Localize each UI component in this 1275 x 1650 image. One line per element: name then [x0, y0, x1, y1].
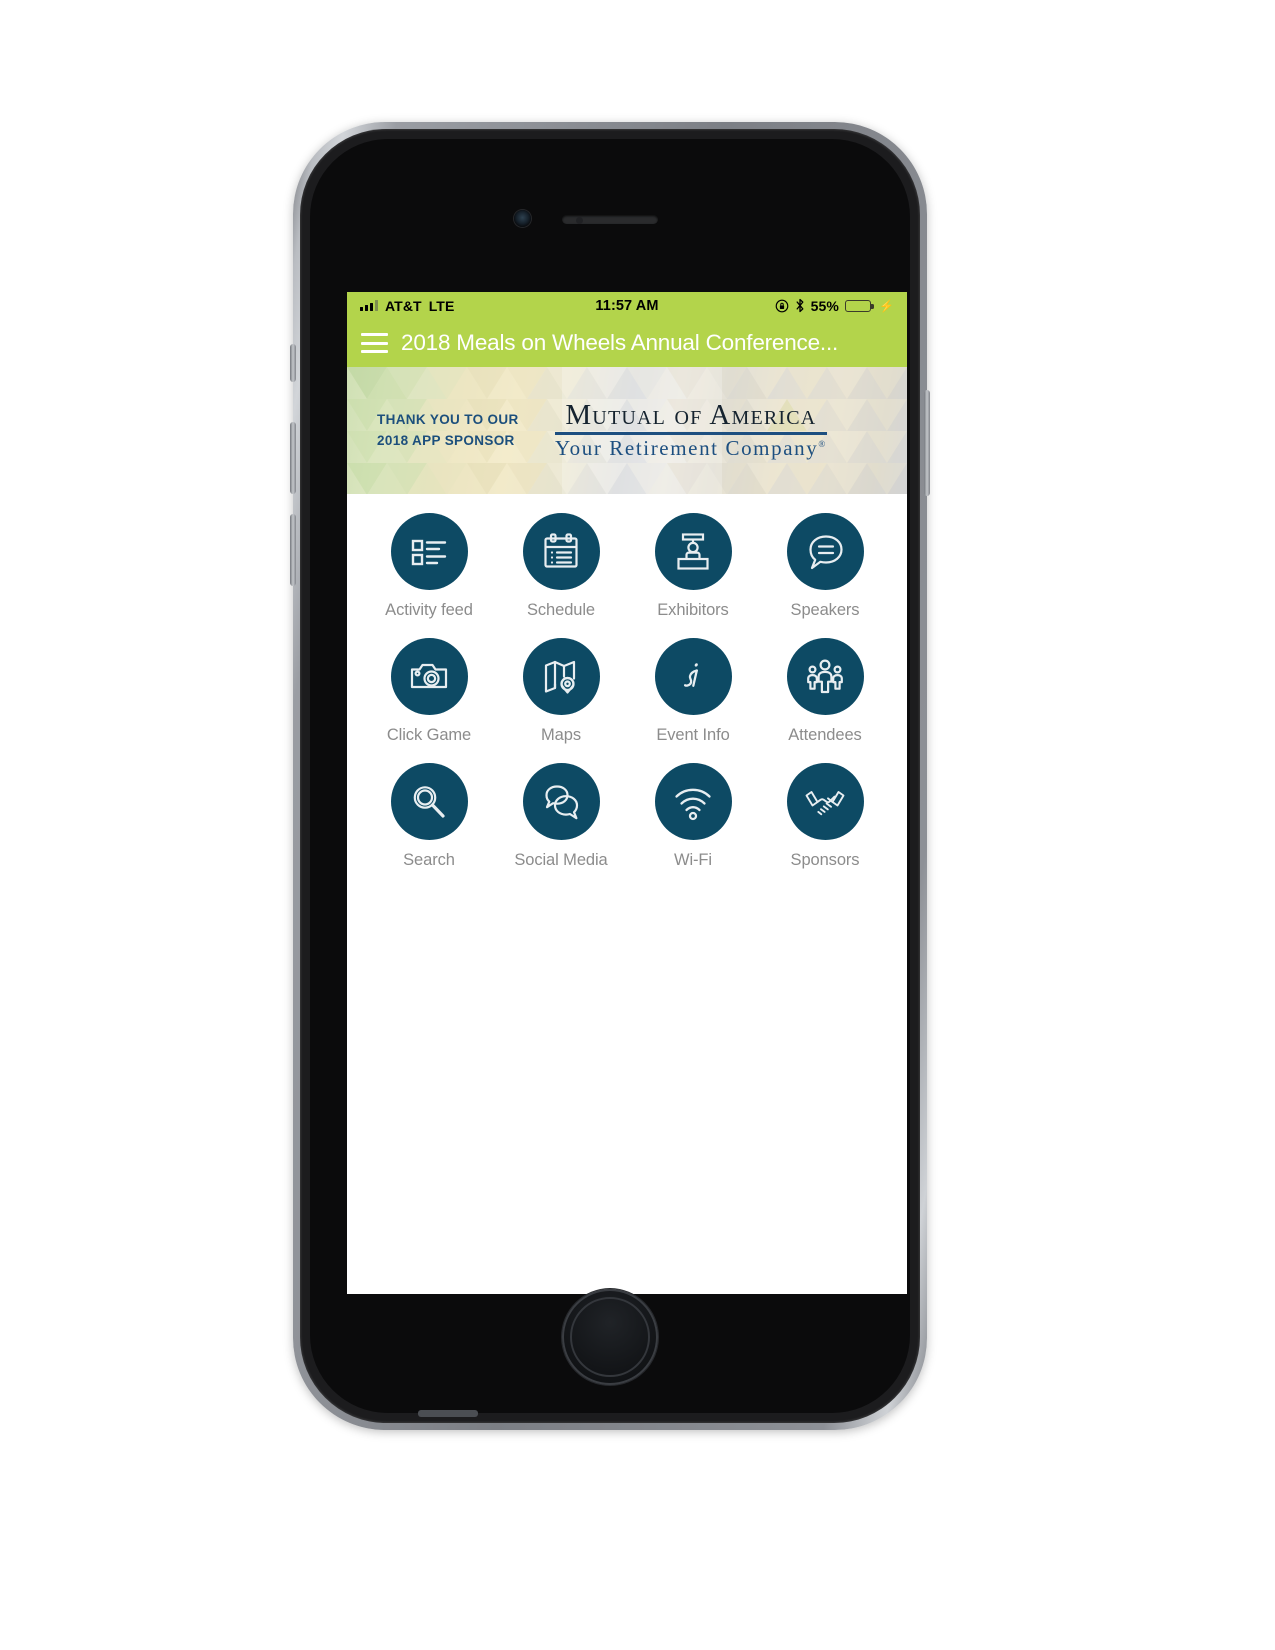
info-italic-icon[interactable]	[654, 638, 732, 715]
sponsor-thankyou-line1: THANK YOU TO OUR	[377, 411, 519, 427]
grid-item-event-info[interactable]: Event Info	[627, 638, 759, 745]
front-camera-icon	[514, 210, 531, 227]
grid-item-activity-feed[interactable]: Activity feed	[363, 513, 495, 620]
sponsor-thankyou-line2: 2018 APP SPONSOR	[377, 432, 515, 448]
battery-icon	[844, 299, 874, 312]
page-title: 2018 Meals on Wheels Annual Conference..…	[401, 330, 839, 355]
status-bar: AT&T LTE 11:57 AM 55% ⚡	[347, 292, 907, 319]
phone-device: AT&T LTE 11:57 AM 55% ⚡ 2018 Meals on Wh…	[290, 122, 930, 1430]
grid-label-sponsors: Sponsors	[790, 851, 860, 869]
grid-label-search: Search	[403, 851, 455, 869]
sponsor-logo: Mutual of America Your Retirement Compan…	[555, 400, 827, 461]
magnifier-icon[interactable]	[390, 763, 468, 840]
bottom-speaker-grille	[418, 1410, 478, 1417]
phone-bezel: AT&T LTE 11:57 AM 55% ⚡ 2018 Meals on Wh…	[310, 139, 910, 1417]
sponsor-banner[interactable]: THANK YOU TO OUR 2018 APP SPONSOR Mutual…	[347, 367, 907, 494]
calendar-icon[interactable]	[522, 513, 600, 590]
exhibitor-booth-icon[interactable]	[654, 513, 732, 590]
banner-content: THANK YOU TO OUR 2018 APP SPONSOR Mutual…	[347, 367, 907, 494]
grid-item-maps[interactable]: Maps	[495, 638, 627, 745]
home-icon-grid: Activity feed Schedule Exhibitors Speake…	[347, 494, 907, 870]
grid-item-search[interactable]: Search	[363, 763, 495, 870]
grid-item-social-media[interactable]: Social Media	[495, 763, 627, 870]
grid-label-wifi: Wi-Fi	[674, 851, 712, 869]
phone-inner-frame: AT&T LTE 11:57 AM 55% ⚡ 2018 Meals on Wh…	[300, 129, 920, 1423]
grid-label-attendees: Attendees	[788, 726, 862, 744]
grid-label-maps: Maps	[541, 726, 581, 744]
grid-label-event-info: Event Info	[656, 726, 730, 744]
sponsor-name-text: Mutual of America	[565, 399, 817, 432]
grid-item-attendees[interactable]: Attendees	[759, 638, 891, 745]
grid-item-schedule[interactable]: Schedule	[495, 513, 627, 620]
charging-bolt-icon: ⚡	[878, 298, 894, 313]
bluetooth-icon	[796, 298, 804, 313]
app-header: 2018 Meals on Wheels Annual Conference..…	[347, 319, 907, 367]
grid-label-activity-feed: Activity feed	[385, 601, 473, 619]
map-pin-icon[interactable]	[522, 638, 600, 715]
grid-item-click-game[interactable]: Click Game	[363, 638, 495, 745]
silent-switch[interactable]	[290, 344, 296, 382]
rotation-lock-icon	[775, 299, 788, 312]
sponsor-thankyou-text: THANK YOU TO OUR 2018 APP SPONSOR	[377, 410, 537, 452]
volume-down-button[interactable]	[290, 514, 296, 586]
sponsor-tagline-text: Your Retirement Company®	[555, 436, 827, 461]
grid-label-social-media: Social Media	[514, 851, 608, 869]
volume-up-button[interactable]	[290, 422, 296, 494]
handshake-icon[interactable]	[786, 763, 864, 840]
grid-label-schedule: Schedule	[526, 601, 595, 619]
grid-item-sponsors[interactable]: Sponsors	[759, 763, 891, 870]
status-bar-right: 55% ⚡	[775, 298, 894, 314]
grid-item-speakers[interactable]: Speakers	[759, 513, 891, 620]
grid-label-click-game: Click Game	[386, 726, 472, 744]
registered-trademark-icon: ®	[818, 438, 827, 449]
activity-feed-icon[interactable]	[390, 513, 468, 590]
grid-item-wifi[interactable]: Wi-Fi	[627, 763, 759, 870]
sponsor-divider-rule	[555, 432, 827, 435]
hamburger-menu-icon[interactable]	[361, 333, 388, 353]
home-button[interactable]	[562, 1289, 658, 1385]
wifi-icon[interactable]	[654, 763, 732, 840]
proximity-sensor-icon	[576, 217, 583, 224]
battery-percent-label: 55%	[810, 297, 839, 314]
grid-label-speakers: Speakers	[790, 601, 860, 619]
speech-bubble-icon[interactable]	[786, 513, 864, 590]
sponsor-tagline-label: Your Retirement Company	[555, 435, 819, 460]
chat-bubbles-icon[interactable]	[522, 763, 600, 840]
grid-label-exhibitors: Exhibitors	[657, 601, 729, 619]
camera-icon[interactable]	[390, 638, 468, 715]
power-button[interactable]	[924, 390, 930, 496]
phone-screen: AT&T LTE 11:57 AM 55% ⚡ 2018 Meals on Wh…	[347, 292, 907, 1294]
home-button-ring	[570, 1297, 650, 1377]
grid-item-exhibitors[interactable]: Exhibitors	[627, 513, 759, 620]
people-group-icon[interactable]	[786, 638, 864, 715]
